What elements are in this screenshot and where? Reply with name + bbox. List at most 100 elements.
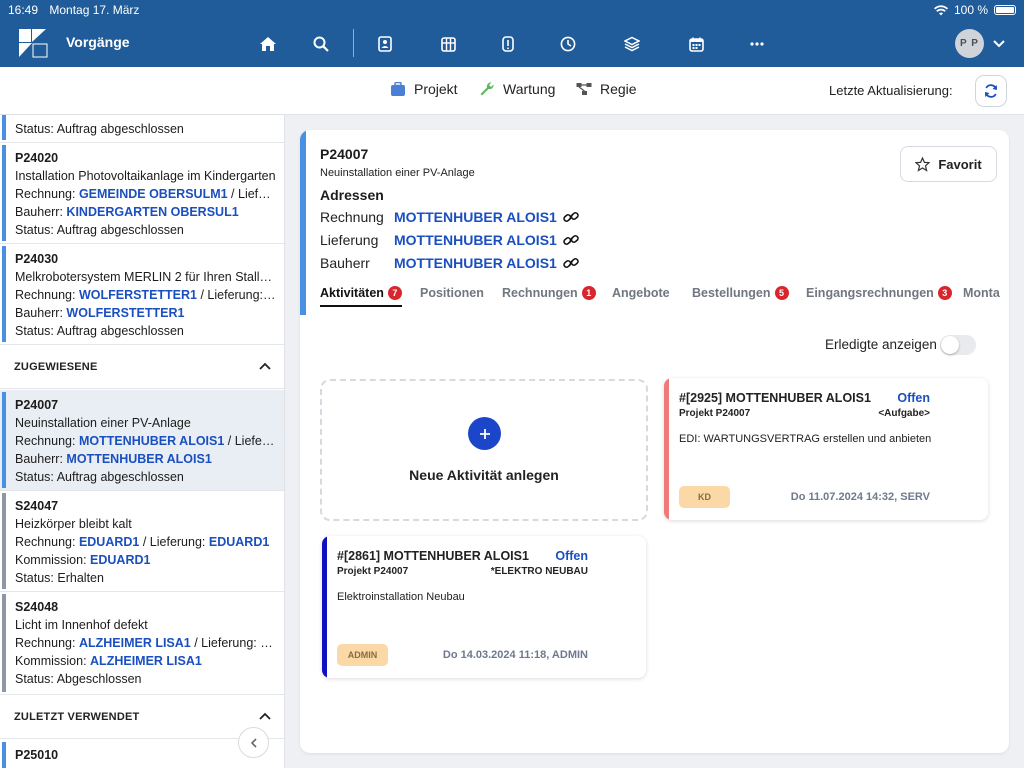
chevron-left-icon — [250, 737, 257, 748]
favorite-button[interactable]: Favorit — [900, 146, 997, 182]
contacts-button[interactable] — [372, 31, 398, 57]
activity-card[interactable]: #[2925] MOTTENHUBER ALOIS1 Offen Projekt… — [664, 378, 988, 520]
layers-button[interactable] — [619, 31, 645, 57]
activity-user-tag: ADMIN — [337, 644, 388, 666]
list-item[interactable]: P24020 Installation Photovoltaikanlage i… — [0, 143, 284, 244]
item-status-bar — [2, 115, 6, 140]
list-item[interactable]: Status: Auftrag abgeschlossen — [0, 115, 284, 143]
activity-title: #[2925] MOTTENHUBER ALOIS1 — [679, 391, 871, 405]
activity-type: <Aufgabe> — [878, 408, 930, 419]
tab-label: Monta — [963, 286, 1000, 300]
more-button[interactable] — [744, 31, 770, 57]
wrench-icon — [480, 82, 494, 96]
toolbar-projekt-label: Projekt — [414, 81, 458, 97]
address-value-link[interactable]: MOTTENHUBER ALOIS1 — [394, 232, 557, 248]
tab-positionen[interactable]: Positionen — [420, 286, 484, 300]
item-status: Status: Auftrag abgeschlossen — [15, 470, 184, 484]
item-builder-line: Bauherr: MOTTENHUBER ALOIS1 — [15, 452, 212, 466]
item-builder-line: Bauherr: KINDERGARTEN OBERSUL1 — [15, 205, 239, 219]
new-activity-label: Neue Aktivität anlegen — [409, 467, 559, 483]
toolbar-projekt[interactable]: Projekt — [390, 81, 458, 97]
tab-aktivitaeten[interactable]: Aktivitäten 7 — [320, 286, 402, 307]
tab-angebote[interactable]: Angebote — [612, 286, 670, 300]
item-status: Status: Erhalten — [15, 571, 104, 585]
add-activity-button[interactable] — [468, 417, 501, 450]
link-icon[interactable] — [563, 257, 579, 269]
tab-bestellungen[interactable]: Bestellungen 5 — [692, 286, 789, 300]
tab-badge: 3 — [937, 286, 952, 300]
item-status-bar — [2, 392, 6, 488]
section-title: ZUGEWIESENE — [14, 361, 98, 373]
plus-icon — [479, 428, 490, 439]
panel-accent-bar — [300, 130, 306, 315]
activity-card[interactable]: #[2861] MOTTENHUBER ALOIS1 Offen Projekt… — [322, 536, 646, 678]
battery-icon — [994, 5, 1016, 15]
tab-label: Positionen — [420, 286, 484, 300]
calendar-button[interactable] — [683, 31, 709, 57]
item-description: Installation Photovoltaikanlage im Kinde… — [15, 169, 276, 183]
toolbar-regie-label: Regie — [600, 81, 637, 97]
show-done-toggle[interactable] — [940, 335, 976, 355]
avatar[interactable]: P P — [955, 29, 984, 58]
page-title: Vorgänge — [66, 34, 130, 50]
item-description: Licht im Innenhof defekt — [15, 618, 148, 632]
refresh-button[interactable] — [975, 75, 1007, 107]
toolbar-regie[interactable]: Regie — [576, 81, 637, 97]
tab-label: Eingangsrechnungen — [806, 286, 934, 300]
wifi-icon — [933, 4, 948, 15]
item-number: P25010 — [15, 748, 59, 762]
tab-eingangsrechnungen[interactable]: Eingangsrechnungen 3 — [806, 286, 952, 300]
detail-number: P24007 — [320, 146, 369, 162]
show-done-label: Erledigte anzeigen — [825, 337, 937, 352]
new-activity-card[interactable]: Neue Aktivität anlegen — [320, 379, 648, 521]
history-button[interactable] — [555, 31, 581, 57]
item-status: Status: Auftrag abgeschlossen — [15, 324, 184, 338]
battery-percent: 100 % — [953, 3, 988, 17]
item-status: Status: Auftrag abgeschlossen — [15, 223, 184, 237]
search-button[interactable] — [308, 31, 334, 57]
list-item[interactable]: P24030 Melkrobotersystem MERLIN 2 für Ih… — [0, 244, 284, 345]
link-icon[interactable] — [563, 234, 579, 246]
toolbar-wartung[interactable]: Wartung — [479, 81, 555, 97]
item-number: P24007 — [15, 398, 59, 412]
item-number: S24047 — [15, 499, 59, 513]
item-builder-line: Bauherr: WOLFERSTETTER1 — [15, 306, 185, 320]
chevron-down-icon[interactable] — [990, 34, 1008, 52]
document-button[interactable] — [495, 31, 521, 57]
grid-button[interactable] — [435, 31, 461, 57]
link-icon[interactable] — [563, 211, 579, 223]
status-time: 16:49 — [8, 3, 39, 17]
status-bar: 16:49 Montag 17. März 100 % — [0, 0, 1024, 20]
tab-monta[interactable]: Monta — [963, 286, 1000, 300]
list-item[interactable]: S24048 Licht im Innenhof defekt Rechnung… — [0, 592, 284, 695]
activity-project: Projekt P24007 — [679, 408, 751, 419]
item-status: Status: Auftrag abgeschlossen — [15, 122, 184, 136]
activity-status: Offen — [555, 549, 588, 563]
tab-rechnungen[interactable]: Rechnungen 1 — [502, 286, 596, 300]
section-header-assigned[interactable]: ZUGEWIESENE — [0, 345, 284, 389]
address-label: Bauherr — [320, 255, 370, 271]
list-item[interactable]: S24047 Heizkörper bleibt kalt Rechnung: … — [0, 491, 284, 592]
document-icon — [502, 36, 514, 52]
address-value-link[interactable]: MOTTENHUBER ALOIS1 — [394, 209, 557, 225]
home-button[interactable] — [255, 31, 281, 57]
clock-icon — [560, 36, 576, 52]
activity-color-stripe — [664, 378, 669, 520]
address-value-link[interactable]: MOTTENHUBER ALOIS1 — [394, 255, 557, 271]
detail-tabs: Aktivitäten 7 Positionen Rechnungen 1 An… — [320, 286, 1009, 310]
detail-panel: P24007 Neuinstallation einer PV-Anlage A… — [300, 130, 1009, 753]
list-item[interactable]: P24007 Neuinstallation einer PV-Anlage R… — [0, 390, 284, 491]
item-invoice-line: Rechnung: WOLFERSTETTER1 / Lieferung: W.… — [15, 288, 277, 302]
address-row-delivery: Lieferung MOTTENHUBER ALOIS1 — [320, 232, 579, 248]
item-invoice-line: Rechnung: ALZHEIMER LISA1 / Lieferung: A… — [15, 636, 277, 650]
item-commission-line: Kommission: ALZHEIMER LISA1 — [15, 654, 202, 668]
home-icon — [260, 37, 276, 51]
item-description: Melkrobotersystem MERLIN 2 für Ihren Sta… — [15, 270, 277, 284]
collapse-sidebar-button[interactable] — [238, 727, 269, 758]
item-status: Status: Abgeschlossen — [15, 672, 142, 686]
search-icon — [313, 36, 329, 52]
kwp-logo-icon — [19, 29, 48, 58]
activity-description: EDI: WARTUNGSVERTRAG erstellen und anbie… — [679, 433, 932, 445]
address-row-builder: Bauherr MOTTENHUBER ALOIS1 — [320, 255, 579, 271]
chevron-up-icon — [259, 362, 271, 370]
